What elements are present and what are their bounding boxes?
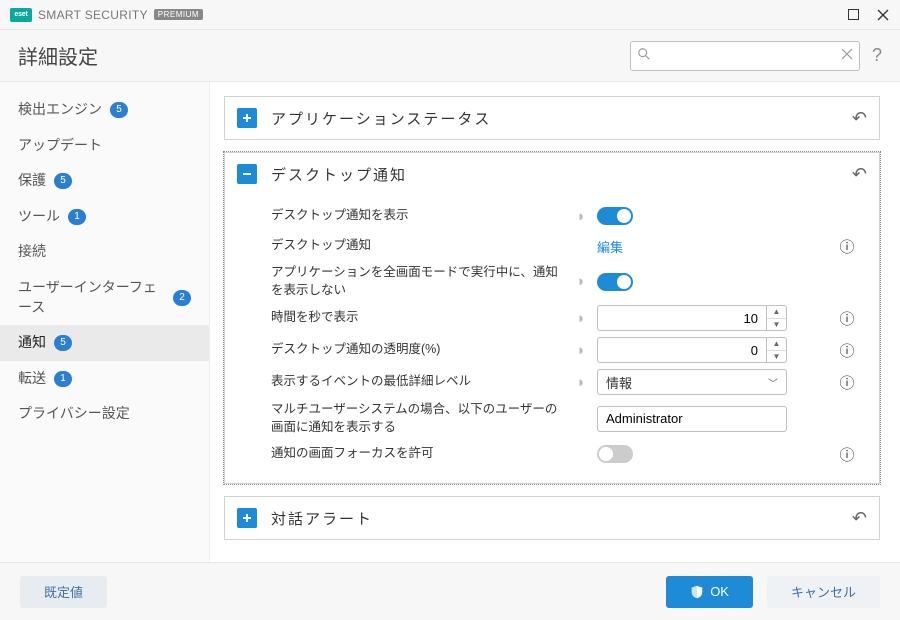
edit-link[interactable]: 編集 bbox=[597, 237, 623, 256]
person-icon: ◗ bbox=[571, 374, 591, 391]
brand-logo: eset bbox=[10, 8, 32, 22]
section-dialog-alert: 対話アラート ↶ bbox=[224, 496, 880, 540]
search-input[interactable] bbox=[655, 47, 841, 64]
multiuser-input[interactable] bbox=[597, 406, 787, 432]
sidebar-badge: 5 bbox=[110, 102, 128, 118]
page-title: 詳細設定 bbox=[18, 41, 98, 70]
cancel-button[interactable]: キャンセル bbox=[767, 576, 880, 608]
sidebar: 検出エンジン 5 アップデート保護 5 ツール 1 接続ユーザーインターフェース 2 通知 5 転送… bbox=[0, 82, 210, 562]
row-verbosity: 表示するイベントの最低詳細レベル ◗ 情報 ﹀ ⓘ bbox=[271, 366, 859, 398]
sidebar-badge: 5 bbox=[54, 335, 72, 351]
row-show-notif: デスクトップ通知を表示 ◗ bbox=[271, 201, 859, 231]
info-icon[interactable]: ⓘ bbox=[835, 236, 859, 257]
label: 通知の画面フォーカスを許可 bbox=[271, 445, 571, 463]
sidebar-item-3[interactable]: ツール 1 bbox=[0, 199, 209, 235]
sidebar-badge: 5 bbox=[54, 173, 72, 189]
seconds-input[interactable] bbox=[597, 305, 767, 331]
section-desktop-notif: デスクトップ通知 ↶ デスクトップ通知を表示 ◗ デスクトップ通知 編集 ⓘ bbox=[224, 152, 880, 484]
ok-button[interactable]: OK bbox=[666, 576, 753, 608]
undo-icon[interactable]: ↶ bbox=[852, 108, 867, 129]
window-maximize-button[interactable] bbox=[844, 6, 862, 24]
sidebar-item-label: 接続 bbox=[18, 242, 46, 262]
row-fullscreen-suppress: アプリケーションを全画面モードで実行中に、通知を表示しない ◗ bbox=[271, 261, 859, 302]
undo-icon[interactable]: ↶ bbox=[852, 508, 867, 529]
collapse-icon bbox=[237, 164, 257, 184]
undo-icon[interactable]: ↶ bbox=[852, 164, 867, 185]
info-icon[interactable]: ⓘ bbox=[835, 340, 859, 361]
info-icon[interactable]: ⓘ bbox=[835, 372, 859, 393]
section-header-desktop-notif[interactable]: デスクトップ通知 ↶ bbox=[225, 153, 879, 195]
label: マルチユーザーシステムの場合、以下のユーザーの画面に通知を表示する bbox=[271, 401, 571, 436]
section-title: デスクトップ通知 bbox=[271, 164, 407, 185]
product-name: SMART SECURITY bbox=[38, 8, 148, 22]
sidebar-badge: 2 bbox=[173, 290, 191, 306]
search-box[interactable] bbox=[630, 41, 860, 71]
sidebar-badge: 1 bbox=[54, 371, 72, 387]
section-header-dialog-alert[interactable]: 対話アラート ↶ bbox=[225, 497, 879, 539]
spin-down[interactable]: ▼ bbox=[767, 319, 786, 331]
row-focus: 通知の画面フォーカスを許可 ⓘ bbox=[271, 439, 859, 469]
help-button[interactable]: ? bbox=[872, 45, 882, 66]
verbosity-select[interactable]: 情報 ﹀ bbox=[597, 369, 787, 395]
window-close-button[interactable] bbox=[874, 6, 892, 24]
toggle-show-notif[interactable] bbox=[597, 207, 633, 225]
sidebar-item-6[interactable]: 通知 5 bbox=[0, 325, 209, 361]
section-title: アプリケーションステータス bbox=[271, 108, 491, 129]
edition-badge: PREMIUM bbox=[154, 9, 203, 20]
label: アプリケーションを全画面モードで実行中に、通知を表示しない bbox=[271, 264, 571, 299]
sidebar-item-2[interactable]: 保護 5 bbox=[0, 163, 209, 199]
sidebar-item-5[interactable]: ユーザーインターフェース 2 bbox=[0, 270, 209, 325]
label: デスクトップ通知の透明度(%) bbox=[271, 341, 571, 359]
search-icon bbox=[637, 47, 651, 64]
opacity-input[interactable] bbox=[597, 337, 767, 363]
sidebar-item-label: プライバシー設定 bbox=[18, 404, 130, 424]
sidebar-item-1[interactable]: アップデート bbox=[0, 128, 209, 164]
sidebar-item-4[interactable]: 接続 bbox=[0, 234, 209, 270]
sidebar-item-0[interactable]: 検出エンジン 5 bbox=[0, 92, 209, 128]
info-icon[interactable]: ⓘ bbox=[835, 308, 859, 329]
section-header-app-status[interactable]: アプリケーションステータス ↶ bbox=[225, 97, 879, 139]
sidebar-item-label: 転送 bbox=[18, 369, 46, 389]
label: デスクトップ通知 bbox=[271, 237, 571, 255]
toggle-focus[interactable] bbox=[597, 445, 633, 463]
section-app-status: アプリケーションステータス ↶ bbox=[224, 96, 880, 140]
row-notif-edit: デスクトップ通知 編集 ⓘ bbox=[271, 231, 859, 261]
sidebar-item-label: 通知 bbox=[18, 333, 46, 353]
clear-search-icon[interactable] bbox=[841, 48, 853, 63]
sidebar-item-label: 検出エンジン bbox=[18, 100, 102, 120]
defaults-button[interactable]: 既定値 bbox=[20, 576, 107, 608]
sidebar-item-label: アップデート bbox=[18, 136, 102, 156]
row-multiuser: マルチユーザーシステムの場合、以下のユーザーの画面に通知を表示する bbox=[271, 398, 859, 439]
sidebar-item-8[interactable]: プライバシー設定 bbox=[0, 396, 209, 432]
spin-up[interactable]: ▲ bbox=[767, 306, 786, 319]
info-icon[interactable]: ⓘ bbox=[835, 444, 859, 465]
select-value: 情報 bbox=[606, 373, 632, 392]
sidebar-item-label: ツール bbox=[18, 207, 60, 227]
content-pane: アプリケーションステータス ↶ デスクトップ通知 ↶ デスクトップ通知を表示 ◗… bbox=[210, 82, 900, 562]
person-icon: ◗ bbox=[571, 342, 591, 359]
sidebar-item-7[interactable]: 転送 1 bbox=[0, 361, 209, 397]
toggle-fullscreen-suppress[interactable] bbox=[597, 273, 633, 291]
row-opacity: デスクトップ通知の透明度(%) ◗ ▲▼ ⓘ bbox=[271, 334, 859, 366]
expand-icon bbox=[237, 508, 257, 528]
ok-label: OK bbox=[710, 584, 729, 599]
row-seconds: 時間を秒で表示 ◗ ▲▼ ⓘ bbox=[271, 302, 859, 334]
label: 時間を秒で表示 bbox=[271, 309, 571, 327]
spin-up[interactable]: ▲ bbox=[767, 338, 786, 351]
section-title: 対話アラート bbox=[271, 508, 373, 529]
expand-icon bbox=[237, 108, 257, 128]
sidebar-item-label: ユーザーインターフェース bbox=[18, 278, 165, 317]
spin-down[interactable]: ▼ bbox=[767, 351, 786, 363]
shield-icon bbox=[690, 585, 704, 599]
person-icon: ◗ bbox=[571, 273, 591, 290]
label: デスクトップ通知を表示 bbox=[271, 207, 571, 225]
label: 表示するイベントの最低詳細レベル bbox=[271, 373, 571, 391]
person-icon: ◗ bbox=[571, 208, 591, 225]
person-icon: ◗ bbox=[571, 310, 591, 327]
chevron-down-icon: ﹀ bbox=[768, 375, 778, 390]
sidebar-badge: 1 bbox=[68, 209, 86, 225]
sidebar-item-label: 保護 bbox=[18, 171, 46, 191]
